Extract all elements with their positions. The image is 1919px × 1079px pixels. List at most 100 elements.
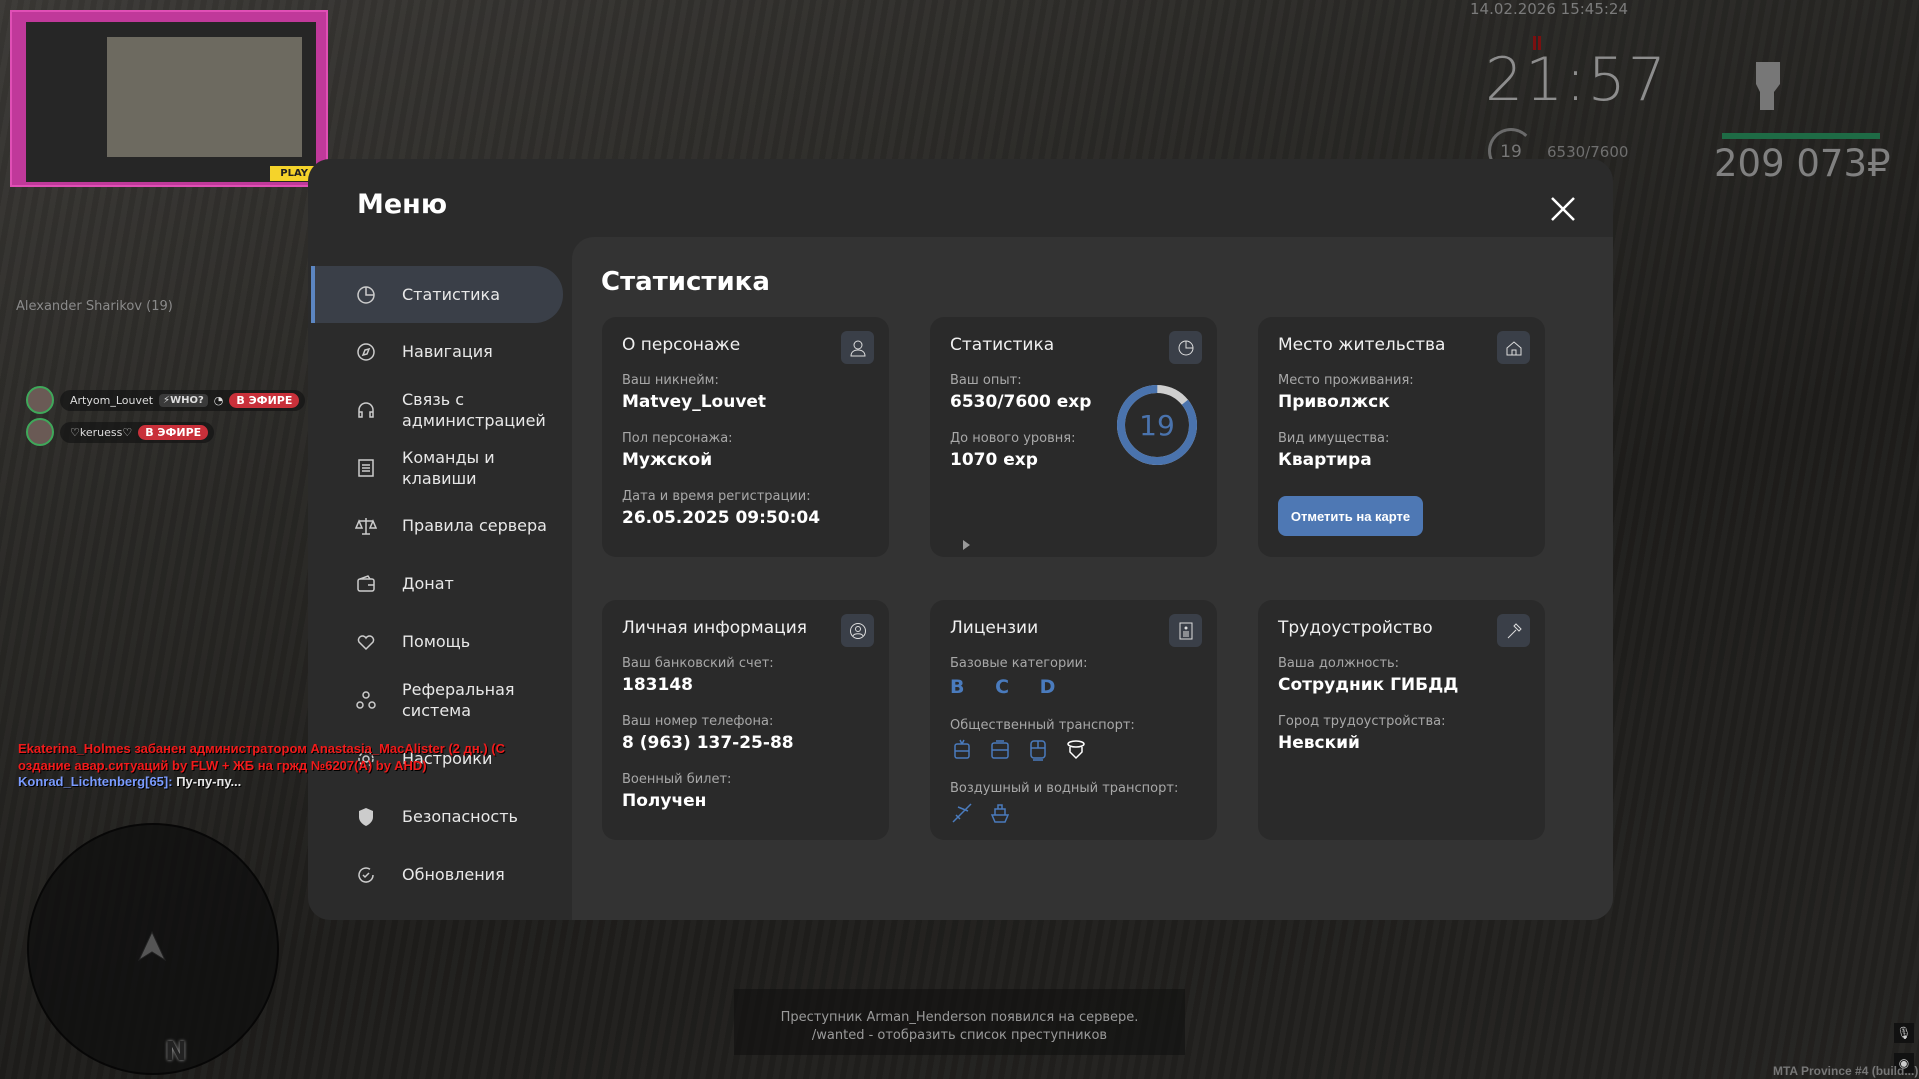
registration-value: 26.05.2025 09:50:04 xyxy=(622,508,821,528)
license-icon xyxy=(1169,614,1202,647)
next-level-value: 1070 exp xyxy=(950,450,1038,470)
wallet-icon xyxy=(357,574,375,592)
sidebar-item-label: Реферальная система xyxy=(402,679,515,720)
who-badge: ⚡WHO? xyxy=(159,393,208,407)
notification: Преступник Arman_Henderson появился на с… xyxy=(734,989,1185,1055)
avatar xyxy=(26,418,54,446)
bank-account-value: 183148 xyxy=(622,675,693,695)
label: Вид имущества: xyxy=(1278,431,1390,446)
heart-hand-icon xyxy=(357,634,375,650)
gender-value: Мужской xyxy=(622,450,713,470)
card-personal: Личная информация Ваш банковский счет: 1… xyxy=(602,600,889,840)
military-id-value: Получен xyxy=(622,791,707,811)
player-arrow-icon xyxy=(137,930,167,962)
label: Ваша должность: xyxy=(1278,656,1400,671)
player-nametag: Alexander Sharikov (19) xyxy=(16,299,173,314)
mouse-cursor xyxy=(963,540,970,550)
user-circle-icon xyxy=(841,614,874,647)
driver-cap-icon xyxy=(1067,740,1085,760)
sidebar-item-label: Связь с администрацией xyxy=(402,389,546,430)
menu-window: Меню Статистика О персонаже Ваш никнейм:… xyxy=(308,159,1613,920)
nickname-value: Matvey_Louvet xyxy=(622,392,767,412)
notice-line: Преступник Arman_Henderson появился на с… xyxy=(780,1010,1139,1025)
stream-thumbnail: PLAY xyxy=(10,10,328,187)
label: Базовые категории: xyxy=(950,656,1088,671)
sidebar-item-10[interactable]: Безопасность xyxy=(311,788,563,845)
hammer-icon xyxy=(1497,614,1530,647)
trolleybus-icon xyxy=(954,739,970,759)
content-area: Статистика О персонаже Ваш никнейм: Matv… xyxy=(572,237,1613,920)
airplane-icon xyxy=(952,803,972,823)
hud-money: 209 073₽ xyxy=(1714,142,1891,185)
sidebar-item-label: Команды и клавиши xyxy=(402,447,495,488)
position-value: Сотрудник ГИБДД xyxy=(1278,675,1459,695)
label: Ваш опыт: xyxy=(950,373,1022,388)
card-character: О персонаже Ваш никнейм: Matvey_Louvet П… xyxy=(602,317,889,557)
label: Дата и время регистрации: xyxy=(622,489,811,504)
sidebar-item-label: Донат xyxy=(402,574,454,593)
microphone-icon[interactable]: 🎙 xyxy=(1894,1023,1914,1043)
card-title: О персонаже xyxy=(622,335,741,355)
radar-north: N xyxy=(165,1037,187,1067)
voice-chip: ♡keruess♡ В ЭФИРЕ xyxy=(26,418,215,446)
hud-datetime: 14.02.2026 15:45:24 xyxy=(1470,0,1629,18)
sidebar-item-5[interactable]: Правила сервера xyxy=(311,497,563,554)
notice-line: /wanted - отобразить список преступников xyxy=(811,1028,1108,1043)
sidebar-item-label: Обновления xyxy=(402,865,505,884)
card-title: Лицензии xyxy=(950,618,1039,638)
voice-chip: Artyom_Louvet ⚡WHO? ◔ В ЭФИРЕ xyxy=(26,386,306,414)
property-type-value: Квартира xyxy=(1278,450,1372,470)
label: Ваш никнейм: xyxy=(622,373,719,388)
card-residence: Место жительства Место проживания: Приво… xyxy=(1258,317,1545,557)
sidebar-item-3[interactable]: Связь с администрацией xyxy=(311,381,563,438)
chat-name: Konrad_Lichtenberg[65]: xyxy=(18,774,173,789)
mark-on-map-button[interactable]: Отметить на карте xyxy=(1278,496,1423,536)
sidebar-item-label: Правила сервера xyxy=(402,516,547,535)
refresh-check-icon xyxy=(358,866,374,883)
phone-value: 8 (963) 137-25-88 xyxy=(622,733,794,753)
list-icon xyxy=(358,458,374,477)
clock-icon: ◔ xyxy=(213,393,224,407)
chat-line: Konrad_Lichtenberg[65]: Пу-пу-пу... xyxy=(18,774,241,789)
fist-icon xyxy=(1756,62,1780,110)
residence-value: Приволжск xyxy=(1278,392,1390,412)
sidebar-item-8[interactable]: Реферальная система xyxy=(311,671,563,728)
label: Пол персонажа: xyxy=(622,431,733,446)
sidebar-item-label: Помощь xyxy=(402,632,471,651)
label: Ваш номер телефона: xyxy=(622,714,774,729)
sidebar-item-label: Навигация xyxy=(402,342,493,361)
sidebar-item-11[interactable]: Обновления xyxy=(311,846,563,903)
label: Ваш банковский счет: xyxy=(622,656,774,671)
shield-icon xyxy=(359,807,373,826)
license-categories: B C D xyxy=(950,676,1068,698)
chat-line: Ekaterina_Holmes забанен администратором… xyxy=(18,741,505,756)
exp-value: 6530/7600 exp xyxy=(950,392,1092,412)
level-number: 19 xyxy=(1139,409,1175,442)
ship-icon xyxy=(990,804,1010,823)
sidebar-item-6[interactable]: Донат xyxy=(311,555,563,612)
sidebar-item-7[interactable]: Помощь xyxy=(311,613,563,670)
compass-icon xyxy=(357,342,375,361)
hud-clock: 21:57 xyxy=(1485,45,1668,115)
home-icon xyxy=(1497,331,1530,364)
content-title: Статистика xyxy=(601,267,770,297)
user-icon xyxy=(841,331,874,364)
card-title: Статистика xyxy=(950,335,1055,355)
card-title: Трудоустройство xyxy=(1278,618,1433,638)
label: Воздушный и водный транспорт: xyxy=(950,781,1179,796)
close-icon[interactable] xyxy=(1549,195,1577,223)
sidebar-item-2[interactable]: Навигация xyxy=(311,323,563,380)
level-ring: 19 xyxy=(1117,385,1197,465)
menu-title: Меню xyxy=(357,189,448,220)
sidebar-item-4[interactable]: Команды и клавиши xyxy=(311,439,563,496)
card-licenses: Лицензии Базовые категории: B C D Общест… xyxy=(930,600,1217,840)
label: Общественный транспорт: xyxy=(950,718,1135,733)
referral-icon xyxy=(356,690,376,709)
label: До нового уровня: xyxy=(950,431,1076,446)
job-city-value: Невский xyxy=(1278,733,1360,753)
card-title: Место жительства xyxy=(1278,335,1446,355)
sidebar-item-label: Безопасность xyxy=(402,807,518,826)
card-job: Трудоустройство Ваша должность: Сотрудни… xyxy=(1258,600,1545,840)
voice-name: Artyom_Louvet xyxy=(70,393,154,407)
sidebar-item-1[interactable]: Статистика xyxy=(311,266,563,323)
